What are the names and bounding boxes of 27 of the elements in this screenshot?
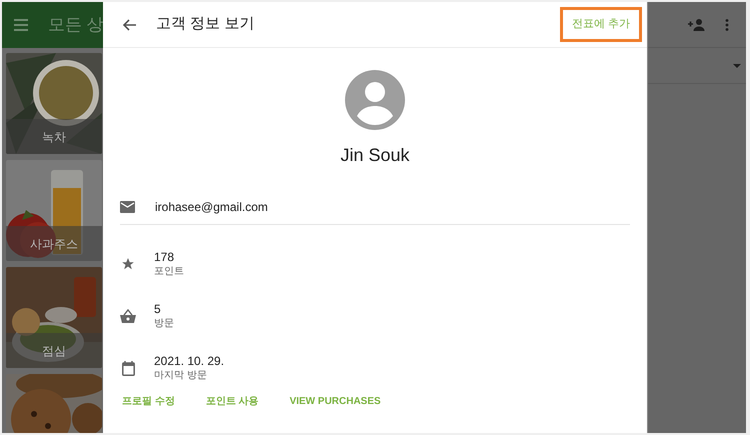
detail-value: 5	[154, 302, 162, 316]
detail-value: 2021. 10. 29.	[154, 354, 224, 368]
menu-icon[interactable]	[14, 19, 28, 31]
detail-value: 178	[154, 250, 176, 264]
more-icon[interactable]	[725, 18, 729, 30]
dialog-title: 고객 정보 보기	[156, 14, 254, 34]
mail-icon	[120, 200, 135, 212]
add-to-slip-button[interactable]: 전표에 추가	[560, 7, 642, 42]
detail-label: 방문	[154, 316, 174, 330]
app-title: 모든 상	[48, 14, 103, 36]
avatar-icon	[345, 70, 405, 130]
action-button[interactable]: 프로필 수정	[122, 394, 175, 409]
action-button[interactable]: VIEW PURCHASES	[290, 394, 381, 409]
action-button[interactable]: 포인트 사용	[206, 394, 259, 409]
product-label[interactable]: 녹차	[6, 119, 102, 154]
back-icon[interactable]	[123, 18, 137, 30]
basket-icon	[120, 309, 136, 323]
detail-label: 포인트	[154, 264, 184, 278]
dropdown-caret-icon[interactable]	[733, 64, 741, 68]
add-person-icon[interactable]	[688, 18, 705, 30]
product-label[interactable]: 점심	[6, 333, 102, 368]
email-text: irohasee@gmail.com	[155, 198, 268, 216]
detail-label: 마지막 방문	[154, 368, 208, 382]
star-icon	[121, 257, 135, 271]
calendar-icon	[122, 360, 134, 376]
product-label[interactable]: 사과주스	[6, 226, 102, 261]
customer-name: Jin Souk	[340, 144, 410, 167]
